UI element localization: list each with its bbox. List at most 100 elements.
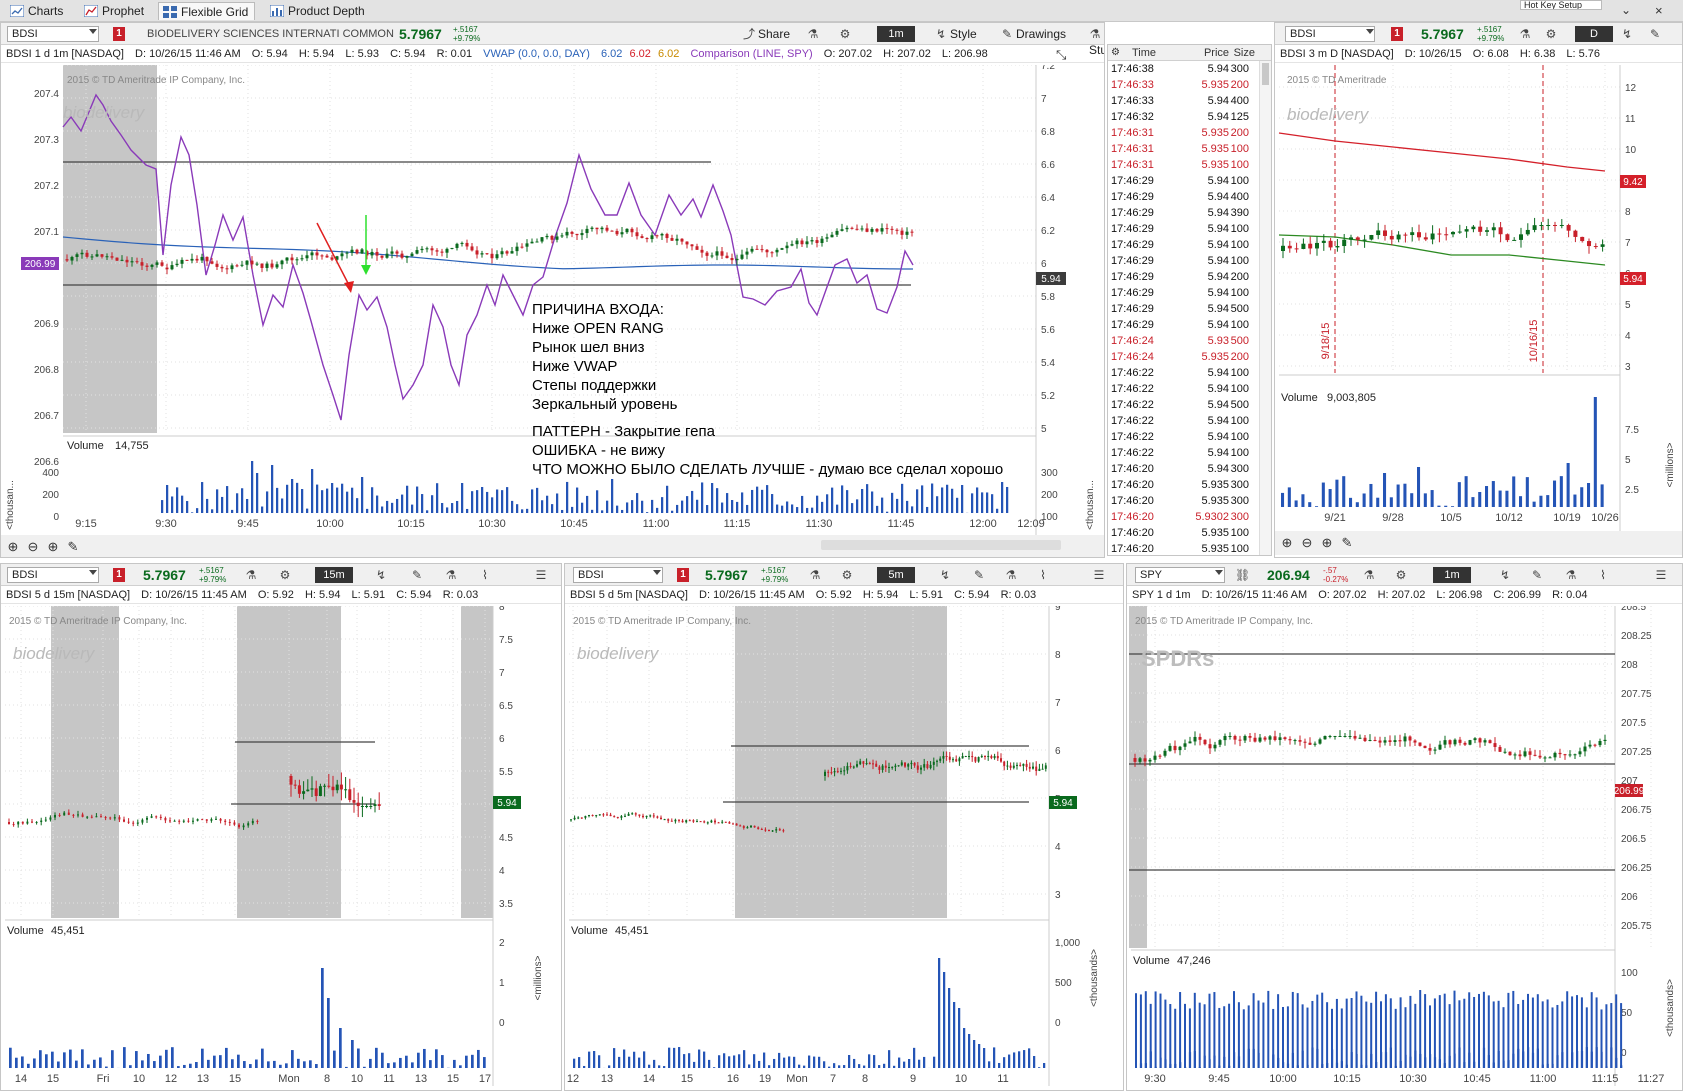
chevron-down-icon[interactable] [89,570,97,575]
chevron-down-icon[interactable]: ⌄ [1621,4,1633,16]
pencil-icon[interactable]: ✎ [411,567,426,583]
alert-badge[interactable]: 1 [1391,27,1403,41]
daily-price-chart[interactable]: 12111098765439/18/1510/16/159.425.94Volu… [1275,65,1683,558]
flask-icon[interactable]: ⚗ [245,567,260,583]
collapse-icon[interactable]: ⤡ [1056,47,1066,63]
trade-size: 390 [1230,207,1249,219]
timeframe-button[interactable]: 15m [315,567,353,583]
gear-icon[interactable]: ⚙ [279,567,294,583]
studies-icon[interactable]: ⚗ [1005,567,1020,583]
pencil-icon[interactable]: ✎ [1531,567,1546,583]
price-candle [835,230,839,235]
studies-icon[interactable]: ⚗ [1565,567,1580,583]
price-candle [1208,744,1212,749]
zoom-out-icon[interactable]: ⊖ [1302,535,1313,550]
col-price[interactable]: Price [1204,45,1229,61]
alert-badge[interactable]: 1 [677,568,689,582]
symbol-input[interactable]: BDSI [1285,26,1375,42]
col-time[interactable]: Time [1132,45,1156,61]
volume-axis-label: 2 [499,938,505,949]
gear-icon[interactable]: ⚙ [839,26,854,42]
gear-icon[interactable]: ⚙ [1111,45,1120,61]
style-button[interactable]: ↯ Style [935,26,977,42]
studies-button[interactable]: ⚗Studies [1089,26,1104,57]
chart-5m[interactable]: 98765435.94Volume45,4511,0005000<thousan… [565,606,1124,1091]
chevron-down-icon[interactable] [89,29,97,34]
flask-icon[interactable]: ⚗ [809,567,824,583]
spy-chart[interactable]: 208.5208.25208207.75207.5207.25207206.75… [1127,606,1683,1091]
tab-charts[interactable]: Charts [6,2,69,20]
pencil-icon[interactable]: ✎ [1342,535,1353,550]
menu-icon[interactable]: ☰ [1655,567,1670,583]
symbol-input[interactable]: BDSI [7,26,99,42]
style-icon[interactable]: ↯ [1499,567,1514,583]
patterns-icon[interactable]: ⌇ [479,567,494,583]
patterns-icon[interactable]: ⌇ [1597,567,1612,583]
price-candle [778,829,781,831]
price-candle [331,786,335,791]
price-candle [1288,739,1292,741]
trade-time: 17:46:29 [1111,319,1154,331]
pencil-icon[interactable]: ✎ [68,539,79,554]
timeframe-button[interactable]: 5m [877,567,915,583]
patterns-icon[interactable]: ⌇ [1037,567,1052,583]
volume-bar [1519,496,1523,507]
col-size[interactable]: Size [1234,45,1255,61]
flask-icon[interactable]: ⚗ [1363,567,1378,583]
price-candle [123,819,125,822]
style-icon[interactable]: ↯ [1621,26,1636,42]
volume-bar [171,1047,174,1068]
horizontal-scrollbar[interactable] [821,540,1061,550]
price-candle [405,256,409,258]
tab-prophet[interactable]: Prophet [80,2,150,20]
flask-icon[interactable]: ⚗ [807,26,822,42]
pencil-icon[interactable]: ✎ [1649,26,1664,42]
time-and-sales: ⚙ Time Price Size 17:46:38 5.94 300 17:46:3… [1107,44,1272,556]
chart-15m[interactable]: 87.576.565.554.543.55.94Volume45,451210<… [1,606,562,1091]
volume-axis-label: 0 [499,1018,505,1029]
symbol-input[interactable]: BDSI [573,567,663,583]
timeframe-button[interactable]: 1m [877,26,915,42]
time-sales-scrollbar[interactable] [1259,61,1271,555]
zoom-fit-icon[interactable]: ⊕ [48,539,59,554]
price-candle [920,767,922,770]
tab-flexible-grid[interactable]: Flexible Grid [158,2,256,20]
drawings-button[interactable]: ✎ Drawings [1001,26,1066,42]
style-icon[interactable]: ↯ [939,567,954,583]
bar-close: C: 5.94 [954,589,990,601]
symbol-input[interactable]: BDSI [7,567,99,583]
volume-bar [766,485,769,513]
share-button[interactable]: ⤴ Share [743,26,790,42]
chevron-down-icon[interactable] [1366,29,1374,34]
price-candle [656,816,659,818]
gear-icon[interactable]: ⚙ [1545,26,1560,42]
gear-icon[interactable]: ⚙ [1395,567,1410,583]
symbol-input[interactable]: SPY [1135,567,1225,583]
menu-icon[interactable]: ☰ [535,567,550,583]
price-candle [638,814,641,816]
flask-icon[interactable]: ⚗ [1519,26,1534,42]
zoom-in-icon[interactable]: ⊕ [1282,535,1293,550]
chevron-down-icon[interactable] [653,570,661,575]
style-icon[interactable]: ↯ [375,567,390,583]
chevron-down-icon[interactable] [1215,570,1223,575]
timeframe-button[interactable]: D [1575,26,1613,42]
alert-badge[interactable]: 1 [113,568,125,582]
pencil-icon[interactable]: ✎ [973,567,988,583]
volume-bar [648,1064,651,1068]
trade-time: 17:46:20 [1111,527,1154,539]
price-candle [710,255,714,257]
zoom-fit-icon[interactable]: ⊕ [1322,535,1333,550]
timeframe-button[interactable]: 1m [1433,567,1471,583]
volume-bar [581,502,584,513]
menu-icon[interactable]: ☰ [1093,567,1108,583]
alert-badge[interactable]: 1 [113,27,125,41]
price-candle [728,822,731,824]
zoom-in-icon[interactable]: ⊕ [8,539,19,554]
studies-icon[interactable]: ⚗ [445,567,460,583]
close-icon[interactable]: × [1655,4,1669,18]
tab-product-depth[interactable]: Product Depth [266,2,371,20]
gear-icon[interactable]: ⚙ [841,567,856,583]
link-icon[interactable]: ⛓ [1235,567,1250,583]
zoom-out-icon[interactable]: ⊖ [28,539,39,554]
